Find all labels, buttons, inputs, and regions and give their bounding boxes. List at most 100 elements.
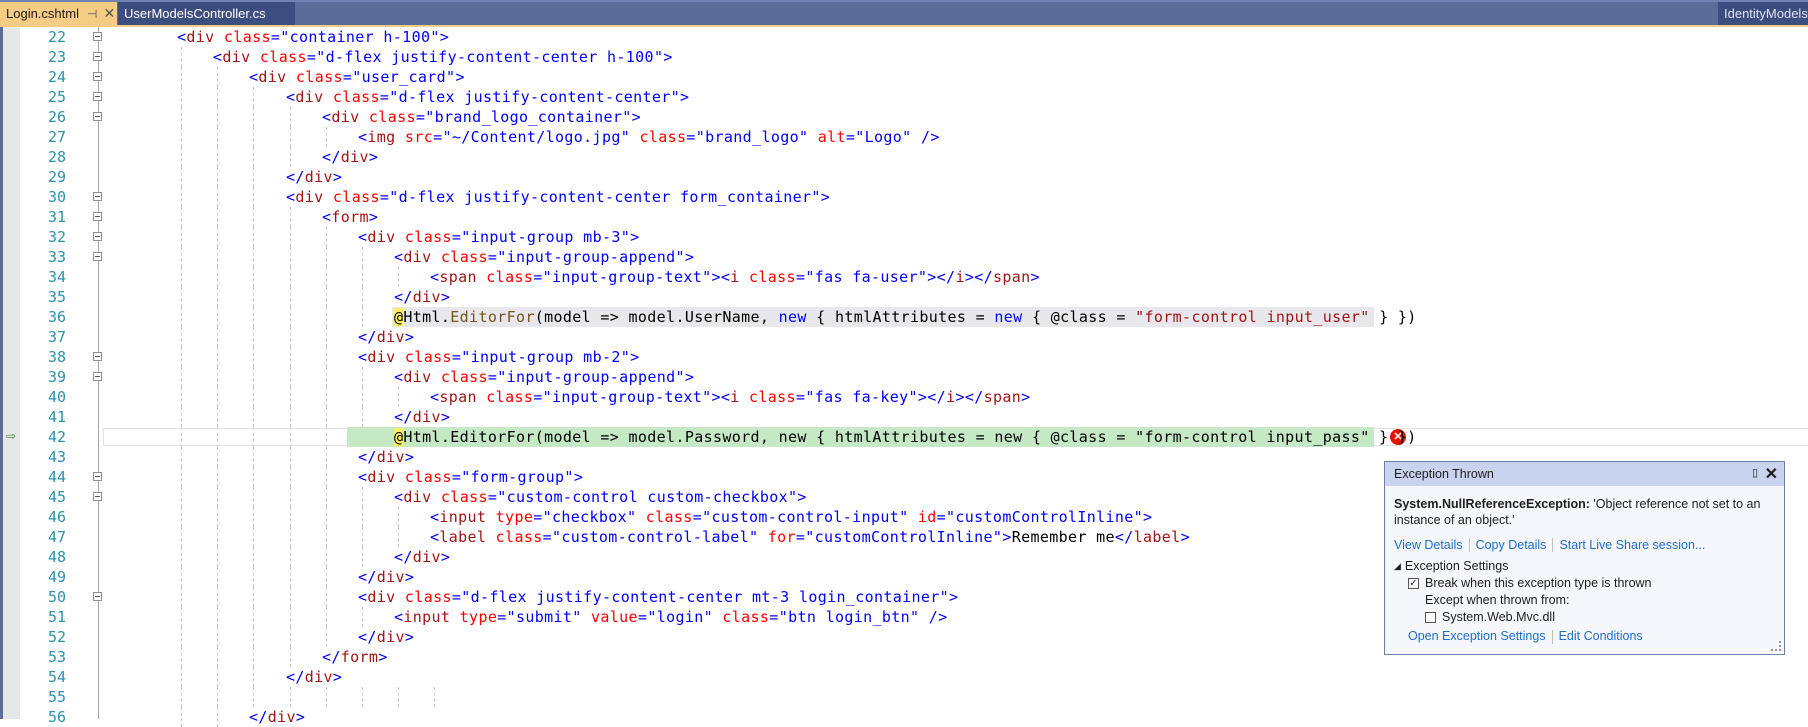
collapse-region-icon[interactable] [93,112,102,121]
code-token: = [795,268,806,286]
edit-conditions-link[interactable]: Edit Conditions [1559,628,1643,645]
close-icon[interactable]: ✕ [1765,464,1778,484]
settings-header[interactable]: ◢ Exception Settings [1394,558,1784,575]
tab-identitymodels[interactable]: IdentityModels.cs [1718,2,1808,25]
code-token: > [378,648,388,666]
code-line[interactable]: 28 </div> [0,147,1808,167]
code-line[interactable]: 35 </div> [0,287,1808,307]
collapse-region-icon[interactable] [93,192,102,201]
code-line[interactable]: 36 @Html.EditorFor(model => model.UserNam… [0,307,1808,327]
break-option[interactable]: ✓ Break when this exception type is thro… [1408,575,1784,592]
code-token: class [359,108,416,126]
code-token: class [476,388,534,406]
collapse-region-icon[interactable] [93,252,102,261]
code-token: > [455,68,465,86]
close-icon[interactable]: ✕ [103,5,115,22]
collapse-region-icon[interactable] [93,32,102,41]
code-token: div [367,228,396,246]
collapse-region-icon[interactable] [93,492,102,501]
pin-icon[interactable]: ⊣ [87,7,97,21]
code-token: class [431,488,488,506]
code-token: "customControlInline" [946,508,1144,526]
code-token: </ [394,408,413,426]
code-token: > [332,168,343,186]
code-token: @ [394,308,404,326]
code-line[interactable]: 38 <div class="input-group mb-2"> [0,347,1808,367]
code-token: > [440,288,451,306]
live-share-link[interactable]: Start Live Share session... [1559,538,1705,552]
code-text: </div> [394,287,450,307]
popup-title: Exception Thrown [1394,467,1494,481]
copy-details-link[interactable]: Copy Details [1476,538,1547,552]
code-line[interactable]: 41 </div> [0,407,1808,427]
code-line[interactable]: 31 <form> [0,207,1808,227]
code-token: < [430,528,440,546]
line-number: 40 [47,388,66,406]
collapse-region-icon[interactable] [93,212,102,221]
line-number: 48 [47,548,66,566]
code-line[interactable]: 32 <div class="input-group mb-3"> [0,227,1808,247]
collapse-region-icon[interactable] [93,232,102,241]
code-line[interactable]: 39 <div class="input-group-append"> [0,367,1808,387]
code-line[interactable]: 37 </div> [0,327,1808,347]
code-token: > [440,408,451,426]
code-token: > [630,228,640,246]
code-token: < [430,388,440,406]
resize-grip[interactable] [1771,641,1781,651]
code-line[interactable]: 29 </div> [0,167,1808,187]
code-token: </ [394,288,413,306]
code-token: > [631,108,642,126]
code-token: { @class = [1022,308,1136,326]
code-token: = [542,528,552,546]
code-line[interactable]: 56 </div> [0,707,1808,727]
collapse-region-icon[interactable] [93,472,102,481]
pin-icon[interactable]: ▯ [1752,466,1758,479]
code-text: <div class="input-group-append"> [394,367,694,387]
link-separator [1552,538,1554,552]
line-number: 23 [47,48,66,66]
module-label: System.Web.Mvc.dll [1442,610,1555,624]
break-checkbox[interactable]: ✓ [1408,578,1419,589]
code-line[interactable]: 25 <div class="d-flex justify-content-cen… [0,87,1808,107]
code-token: "input-group-text" [542,268,712,286]
collapse-region-icon[interactable] [93,92,102,101]
collapse-triangle-icon[interactable]: ◢ [1394,558,1401,575]
code-token: > [797,488,807,506]
open-exception-settings-link[interactable]: Open Exception Settings [1408,628,1546,645]
module-option[interactable]: System.Web.Mvc.dll [1425,609,1784,626]
code-token: = [637,608,648,626]
code-token: = [533,508,543,526]
tab-usermodelscontroller[interactable]: UserModelsController.cs [118,2,295,25]
code-line[interactable]: 30 <div class="d-flex justify-content-cen… [0,187,1808,207]
code-line[interactable]: 26 <div class="brand_logo_container"> [0,107,1808,127]
code-token: = [379,88,390,106]
code-token: div [222,48,251,66]
code-line[interactable]: 27 <img src="~/Content/logo.jpg" class="b… [0,127,1808,147]
code-line[interactable]: 22 <div class="container h-100"> [0,27,1808,47]
code-line[interactable]: 40 <span class="input-group-text"><i clas… [0,387,1808,407]
collapse-region-icon[interactable] [93,52,102,61]
code-token: div [267,708,296,726]
collapse-region-icon[interactable] [93,372,102,381]
collapse-region-icon[interactable] [93,592,102,601]
code-line[interactable]: 54 </div> [0,667,1808,687]
code-token: = [692,508,703,526]
code-line[interactable]: 34 <span class="input-group-text"><i clas… [0,267,1808,287]
module-checkbox[interactable] [1425,612,1436,623]
view-details-link[interactable]: View Details [1394,538,1463,552]
tab-login-cshtml[interactable]: Login.cshtml ⊣ ✕ [0,2,117,25]
collapse-region-icon[interactable] [93,72,102,81]
code-line[interactable]: 33 <div class="input-group-append"> [0,247,1808,267]
code-line[interactable]: 55 [0,687,1808,707]
collapse-region-icon[interactable] [93,352,102,361]
code-line[interactable]: 24 <div class="user_card"> [0,67,1808,87]
code-token: < [394,248,404,266]
code-line[interactable]: ⇨ ✕ 42 @Html.EditorFor(model => model.Passw… [0,427,1808,447]
code-line[interactable]: 23 <div class="d-flex justify-content-cen… [0,47,1808,67]
code-token: value [581,608,638,626]
next-statement-arrow-icon[interactable]: ⇨ [6,430,19,443]
code-token: > [1021,388,1031,406]
code-token: = [769,608,779,626]
line-number: 24 [47,68,66,86]
line-number: 47 [47,528,66,546]
